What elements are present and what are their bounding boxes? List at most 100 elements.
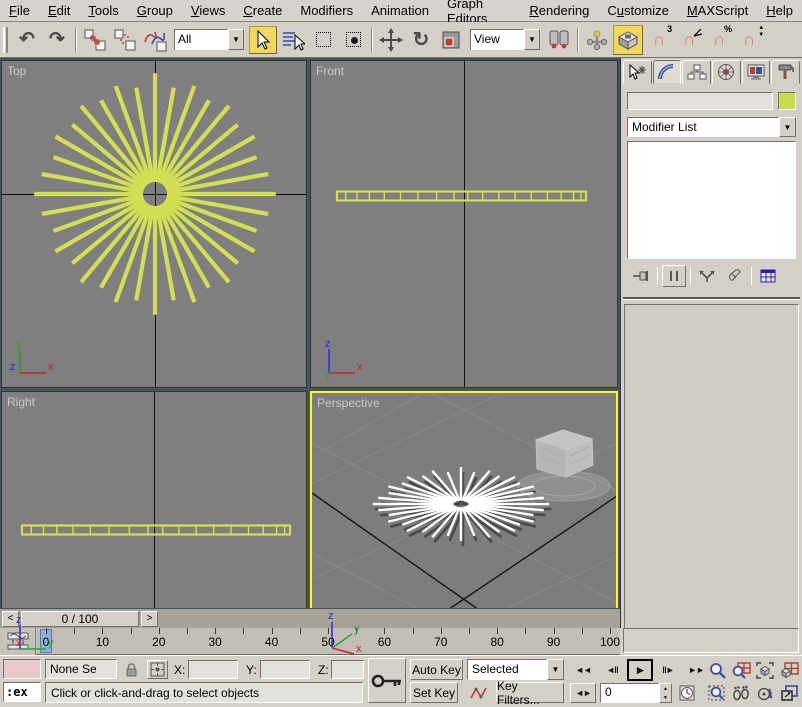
select-by-name-button[interactable]	[279, 26, 307, 54]
y-coordinate-field[interactable]	[260, 660, 310, 679]
selection-lock-toggle-button[interactable]	[121, 660, 141, 679]
snaps-toggle-button[interactable]	[613, 25, 643, 55]
default-in-out-tangents-button[interactable]	[467, 682, 491, 703]
menu-file[interactable]: File	[0, 1, 39, 20]
menu-edit[interactable]: Edit	[39, 1, 79, 20]
selection-filter-arrow[interactable]: ▼	[228, 29, 244, 50]
tab-utilities[interactable]	[771, 60, 800, 84]
menu-customize[interactable]: Customize	[598, 1, 677, 20]
toolbar-grip[interactable]	[3, 27, 8, 53]
zoom-extents-button[interactable]	[754, 660, 776, 680]
spinner-snap-toggle-button[interactable]: ∩▲▼	[735, 26, 763, 54]
go-to-start-button[interactable]: ◄◄	[570, 660, 596, 680]
use-pivot-point-center-button[interactable]	[545, 26, 573, 54]
ruler-tick	[159, 628, 160, 634]
maxscript-mini-listener[interactable]: :ex	[3, 682, 41, 702]
spinner-up-icon[interactable]: ▲	[660, 684, 671, 693]
select-object-button[interactable]	[249, 26, 277, 54]
remove-modifier-button[interactable]	[723, 265, 747, 287]
redo-button[interactable]: ↷	[43, 26, 71, 54]
zoom-button[interactable]	[706, 660, 728, 680]
coord-system-arrow[interactable]: ▼	[524, 29, 540, 50]
key-filters-button[interactable]: Key Filters...	[496, 682, 564, 703]
select-and-rotate-button[interactable]: ↻	[407, 26, 435, 54]
reference-coordinate-system-dropdown[interactable]: View ▼	[470, 29, 540, 50]
snap-3d-button[interactable]: ∩3	[645, 26, 673, 54]
z-coordinate-field[interactable]	[331, 660, 364, 679]
menu-modifiers[interactable]: Modifiers	[291, 1, 362, 20]
menu-tools[interactable]: Tools	[79, 1, 127, 20]
zoom-extents-all-button[interactable]	[778, 660, 800, 680]
x-coordinate-field[interactable]	[188, 660, 238, 679]
window-crossing-toggle-button[interactable]	[339, 26, 367, 54]
configure-modifier-sets-button[interactable]	[756, 265, 780, 287]
absolute-mode-transform-button[interactable]	[147, 660, 168, 679]
menu-rendering[interactable]: Rendering	[520, 1, 598, 20]
show-end-result-button[interactable]	[662, 265, 686, 287]
select-and-link-button[interactable]	[81, 26, 109, 54]
pan-view-button[interactable]	[730, 683, 752, 703]
selection-filter-dropdown[interactable]: All ▼	[174, 29, 244, 50]
modifier-list-dropdown[interactable]: Modifier List ▼	[627, 117, 796, 137]
viewport-top[interactable]: Top yxz	[1, 60, 307, 388]
menu-group[interactable]: Group	[128, 1, 182, 20]
time-slider-frame-label: 0 / 100	[62, 612, 99, 626]
select-and-scale-button[interactable]	[437, 26, 465, 54]
modifier-list-arrow[interactable]: ▼	[779, 117, 796, 137]
ruler-tick-label: 90	[547, 635, 560, 649]
select-and-manipulate-button[interactable]	[583, 26, 611, 54]
absolute-mode-icon	[150, 662, 165, 677]
menu-maxscript[interactable]: MAXScript	[678, 1, 757, 20]
frame-spinner[interactable]: ▲▼	[659, 683, 672, 703]
undo-button[interactable]: ↶	[13, 26, 41, 54]
tab-display[interactable]	[742, 60, 771, 84]
menu-create[interactable]: Create	[234, 1, 291, 20]
spinner-down-icon[interactable]: ▼	[660, 693, 671, 702]
tab-create[interactable]	[623, 60, 652, 84]
min-max-toggle-button[interactable]	[778, 683, 800, 703]
auto-key-button[interactable]: Auto Key	[410, 659, 463, 680]
tab-motion[interactable]	[712, 60, 741, 84]
manipulate-icon	[585, 28, 609, 52]
object-name-field[interactable]	[627, 92, 773, 110]
make-unique-button[interactable]	[695, 265, 719, 287]
play-animation-button[interactable]: ►	[627, 659, 653, 681]
svg-text:z: z	[16, 614, 22, 626]
set-key-button[interactable]: Set Key	[410, 682, 458, 703]
time-configuration-button[interactable]	[676, 683, 698, 703]
unlink-selection-button[interactable]	[111, 26, 139, 54]
toolbar-separator	[75, 28, 77, 52]
select-and-move-button[interactable]	[377, 26, 405, 54]
angle-snap-toggle-button[interactable]: ∩	[675, 26, 703, 54]
percent-snap-toggle-button[interactable]: ∩%	[705, 26, 733, 54]
key-mode-arrow[interactable]: ▼	[547, 659, 564, 680]
previous-frame-button[interactable]: ◄‖	[600, 660, 624, 680]
bind-to-space-warp-button[interactable]	[141, 26, 169, 54]
pin-stack-button[interactable]	[629, 265, 653, 287]
select-by-name-icon	[281, 29, 305, 51]
current-frame-field[interactable]: 0 ▲▼	[600, 683, 672, 703]
select-arrow-icon	[254, 30, 272, 50]
maxscript-macro-recorder-pane[interactable]	[3, 659, 41, 679]
stack-buttons-separator	[657, 267, 658, 285]
set-keys-button[interactable]	[368, 658, 406, 703]
time-slider-next-button[interactable]: >	[141, 611, 158, 627]
key-mode-toggle-button[interactable]: ◄►	[570, 683, 596, 703]
arc-rotate-button[interactable]	[754, 683, 776, 703]
modifier-stack-buttons	[629, 265, 794, 287]
object-color-swatch[interactable]	[778, 92, 796, 110]
key-mode-dropdown[interactable]: Selected ▼	[467, 659, 564, 680]
modifier-stack-list[interactable]	[627, 141, 796, 259]
svg-text:y: y	[16, 338, 22, 350]
menu-help[interactable]: Help	[757, 1, 802, 20]
configure-sets-icon	[760, 269, 776, 283]
tab-hierarchy[interactable]	[682, 60, 711, 84]
viewport-front[interactable]: Front zxy	[310, 60, 618, 388]
menu-animation[interactable]: Animation	[362, 1, 438, 20]
next-frame-button[interactable]: ‖►	[656, 660, 680, 680]
menu-views[interactable]: Views	[182, 1, 234, 20]
zoom-all-button[interactable]	[730, 660, 752, 680]
rectangular-selection-region-button[interactable]	[309, 26, 337, 54]
tab-modify[interactable]	[653, 60, 682, 84]
region-zoom-button[interactable]	[706, 683, 728, 703]
